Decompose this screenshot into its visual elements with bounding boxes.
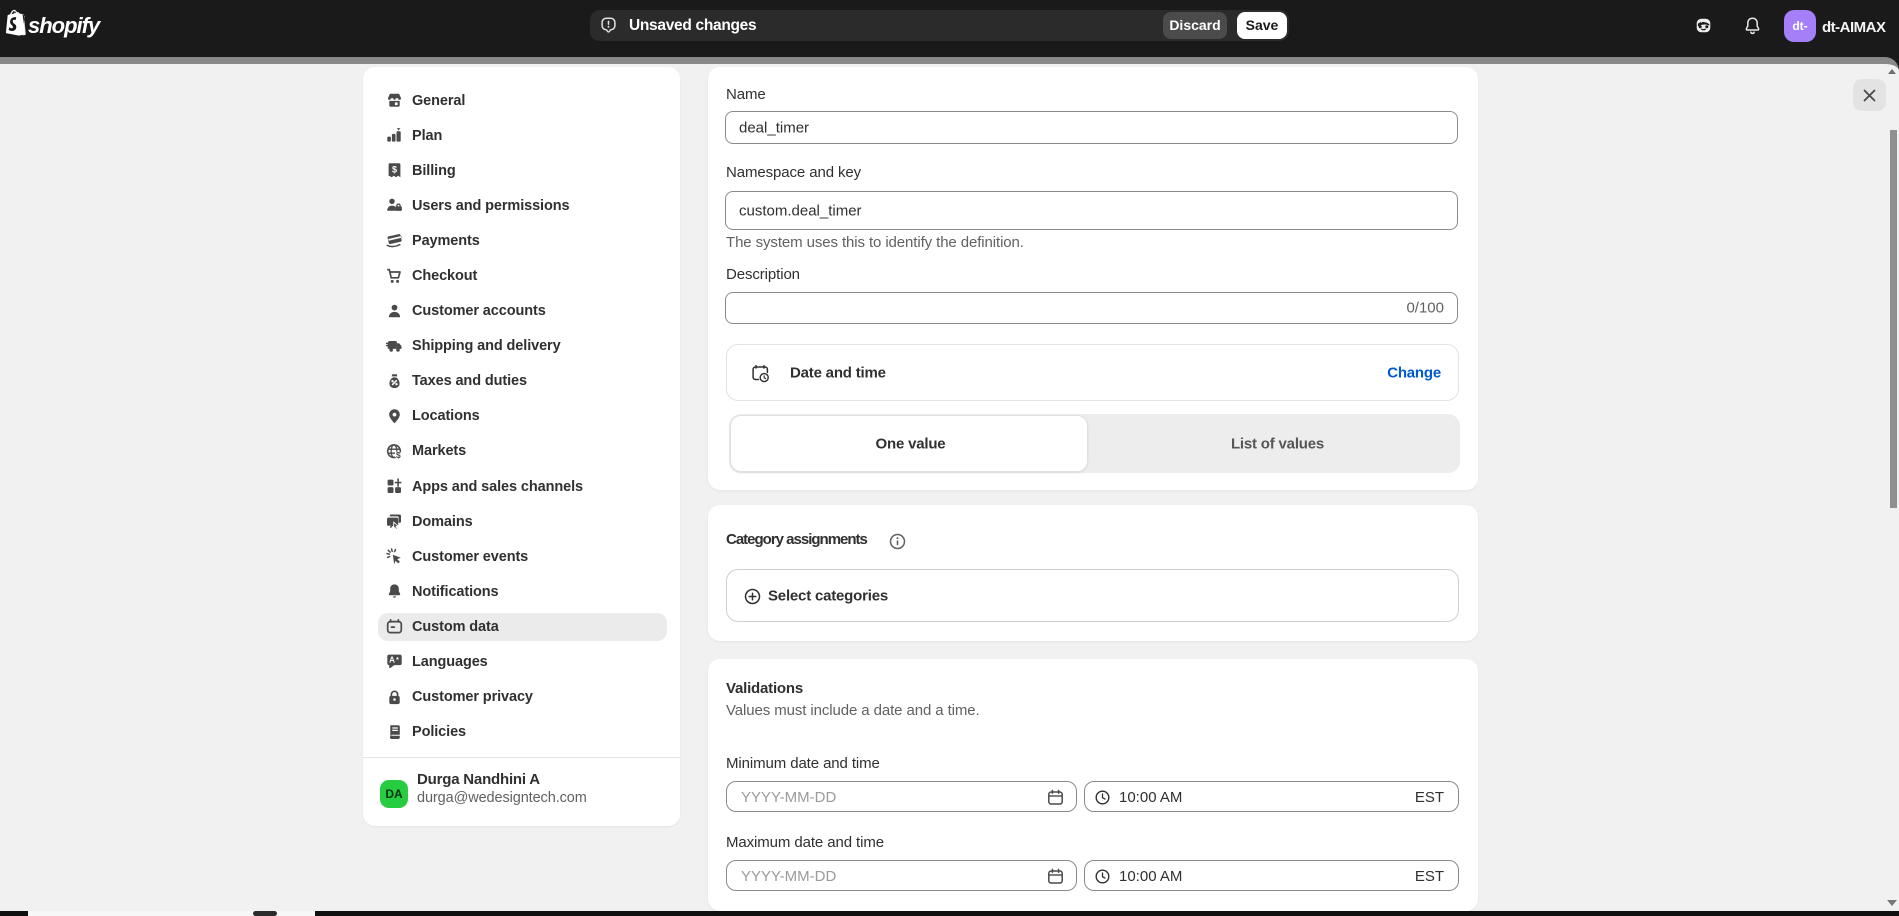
svg-text:$: $ <box>396 450 401 460</box>
svg-text:$: $ <box>392 165 397 175</box>
svg-text:*: * <box>396 656 399 665</box>
svg-text:A: A <box>389 656 395 665</box>
